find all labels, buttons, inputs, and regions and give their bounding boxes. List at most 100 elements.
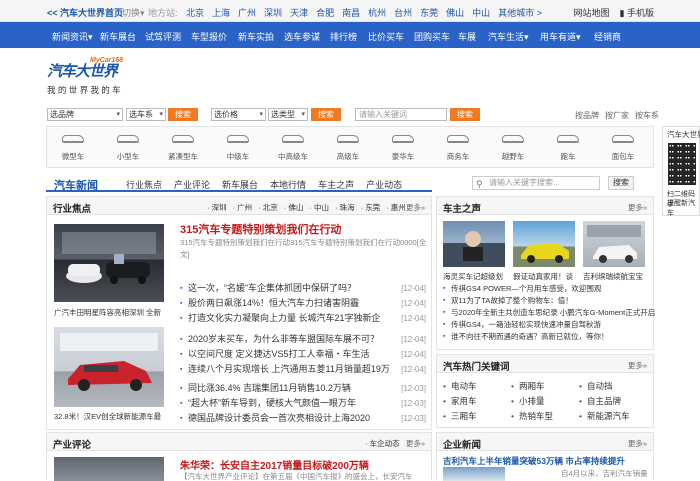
review-photo[interactable]	[54, 457, 164, 481]
nav-item-group-buy[interactable]: 团购买车	[414, 30, 458, 43]
car-type-sports[interactable]: 跑车	[548, 135, 588, 162]
enterprise-summary[interactable]: 自4月以来，吉利汽车销量持续	[561, 468, 651, 480]
keyword-input[interactable]: 请输入关键词	[355, 108, 447, 121]
car-type-small[interactable]: 小型车	[108, 135, 148, 162]
keyword-link[interactable]: 自主品牌	[579, 394, 630, 409]
city-link[interactable]: 台州	[394, 6, 412, 19]
city-link[interactable]: 天津	[290, 6, 308, 19]
car-type-mid-high[interactable]: 中高级车	[273, 135, 313, 162]
tab-new-cars[interactable]: 新车展台	[222, 178, 258, 191]
city-filter[interactable]: · 广州	[233, 202, 253, 213]
keyword-link[interactable]: 家用车	[443, 394, 477, 409]
list-item[interactable]: 双11为了TA故掉了整个购物车：值！	[443, 295, 649, 307]
city-filter[interactable]: · 北京	[258, 202, 278, 213]
owner-photo-1-caption[interactable]: 海灵买车记超级划	[443, 271, 505, 282]
nav-item-life[interactable]: 汽车生活▾	[488, 30, 540, 43]
more-link[interactable]: 更多»	[628, 438, 647, 449]
news-photo-2[interactable]	[54, 327, 164, 407]
list-item[interactable]: 以空间尺度 定义捷达VS5打工人幸福・车生活 [12-04]	[180, 347, 426, 362]
car-type-compact[interactable]: 紧凑型车	[163, 135, 203, 162]
review-headline[interactable]: 朱华荣：长安自主2017销量目标破200万辆	[180, 457, 369, 472]
city-filter[interactable]: · 东莞	[361, 202, 381, 213]
news-photo-1-caption[interactable]: 广汽丰田明星阵容亮相深圳 全新	[54, 307, 166, 318]
tab-owner-voice[interactable]: 车主之声	[318, 178, 354, 191]
series-select[interactable]: 选车系	[126, 108, 166, 121]
nav-item-auto-show[interactable]: 车展	[458, 30, 488, 43]
city-link[interactable]: 杭州	[368, 6, 386, 19]
news-photo-1[interactable]	[54, 224, 164, 302]
nav-item-dealers[interactable]: 经销商	[594, 30, 630, 43]
city-link[interactable]: 东莞	[420, 6, 438, 19]
keyword-link[interactable]: 电动车	[443, 379, 477, 394]
car-search-button[interactable]: 搜索	[168, 108, 198, 121]
nav-item-rankings[interactable]: 排行榜	[330, 30, 368, 43]
city-filter[interactable]: · 中山	[309, 202, 329, 213]
review-sub-link[interactable]: · 车企动态	[365, 438, 400, 449]
site-logo[interactable]: 汽车大世界 MyCar168	[47, 57, 123, 82]
keyword-link[interactable]: 新能源汽车	[579, 409, 630, 424]
city-filter[interactable]: · 珠海	[335, 202, 355, 213]
by-brand-link[interactable]: 按品牌	[575, 110, 599, 121]
enterprise-headline[interactable]: 吉利汽车上半年销量突破53万辆 市占率持续提升	[443, 455, 625, 467]
more-link[interactable]: 更多»	[628, 202, 647, 213]
by-series-link[interactable]: 按车系	[635, 110, 659, 121]
city-link-other[interactable]: 其他城市 >	[498, 6, 542, 19]
nav-item-photos[interactable]: 新车实拍	[238, 30, 284, 43]
nav-item-compare[interactable]: 比价买车	[368, 30, 414, 43]
more-link[interactable]: 更多»	[406, 438, 425, 449]
car-type-high[interactable]: 高级车	[328, 135, 368, 162]
city-link[interactable]: 合肥	[316, 6, 334, 19]
car-type-mid[interactable]: 中级车	[218, 135, 258, 162]
news-search-input[interactable]: ⚲ 请输入关键字搜索...	[472, 176, 600, 190]
list-item[interactable]: 德国品牌设计委员会一首次亮相设计上海2020 [12-03]	[180, 411, 426, 426]
city-link[interactable]: 南昌	[342, 6, 360, 19]
city-link[interactable]: 广州	[238, 6, 256, 19]
city-link[interactable]: 佛山	[446, 6, 464, 19]
price-select[interactable]: 选价格	[211, 108, 266, 121]
top-headline[interactable]: 315汽车专题特别策划我们在行动	[180, 221, 341, 237]
keyword-search-button[interactable]: 搜索	[450, 108, 480, 121]
city-link[interactable]: 深圳	[264, 6, 282, 19]
sitemap-link[interactable]: 网站地图	[574, 6, 610, 19]
keyword-link[interactable]: 小排量	[511, 394, 553, 409]
tab-industry-review[interactable]: 产业评论	[174, 178, 210, 191]
type-select[interactable]: 选类型	[268, 108, 308, 121]
nav-item-prices[interactable]: 车型报价	[191, 30, 238, 43]
city-filter[interactable]: · 惠州	[386, 202, 406, 213]
list-item[interactable]: 传祺GS4 POWER—个月用车感受，欢迎围观	[443, 283, 649, 295]
car-type-van[interactable]: 面包车	[603, 135, 643, 162]
headline-summary[interactable]: 315汽车专题特别策划我们在行动315汽车专题特别策划我们在行动0000[全文]	[180, 237, 428, 263]
nav-item-advisor[interactable]: 选车参谋	[284, 30, 330, 43]
by-maker-link[interactable]: 按厂家	[605, 110, 629, 121]
keyword-link[interactable]: 自动挡	[579, 379, 630, 394]
owner-photo-1[interactable]	[443, 221, 505, 267]
news-search-button[interactable]: 搜索	[608, 176, 634, 190]
city-link[interactable]: 中山	[472, 6, 490, 19]
owner-photo-2[interactable]	[513, 221, 575, 267]
brand-select[interactable]: 选品牌	[47, 108, 123, 121]
more-link[interactable]: 更多»	[628, 360, 647, 371]
keyword-link[interactable]: 热销车型	[511, 409, 553, 424]
car-type-micro[interactable]: 微型车	[53, 135, 93, 162]
list-item[interactable]: 打造文化实力凝聚向上力量 长城汽车21字独新企 [12-04]	[180, 311, 426, 326]
home-link[interactable]: << 汽车大世界首页	[47, 6, 123, 19]
enterprise-photo[interactable]	[443, 467, 505, 481]
city-filter[interactable]: · 佛山	[284, 202, 304, 213]
keyword-link[interactable]: 两厢车	[511, 379, 553, 394]
tab-local-market[interactable]: 本地行情	[270, 178, 306, 191]
list-item[interactable]: 谁不向往不期而遇的奇遇？高新已就位，等你！	[443, 331, 649, 343]
list-item[interactable]: 传祺GS4，一箱油轻松实现快速冲量自驾秋游	[443, 319, 649, 331]
nav-item-tips[interactable]: 用车有道▾	[540, 30, 594, 43]
car-type-luxury[interactable]: 豪华车	[383, 135, 423, 162]
owner-photo-2-caption[interactable]: 假证动真家用！谈	[513, 271, 575, 282]
list-item[interactable]: 同比涨36.4% 吉瑞集团11月销售10.2万辆 [12-03]	[180, 381, 426, 396]
keyword-link[interactable]: 三厢车	[443, 409, 477, 424]
nav-item-news[interactable]: 新闻资讯▾	[52, 30, 100, 43]
nav-item-new-cars[interactable]: 新车展台	[100, 30, 145, 43]
news-nav-title[interactable]: 汽车新闻	[54, 177, 98, 193]
owner-photo-3[interactable]	[583, 221, 645, 267]
news-photo-2-caption[interactable]: 32.8米！汉EV创全球新能源车最	[54, 411, 166, 422]
list-item[interactable]: “超大杯”新车导到，硬核大气颜值一眼万年 [12-03]	[180, 396, 426, 411]
switch-city-button[interactable]: 切换▾	[122, 6, 145, 19]
city-link[interactable]: 上海	[212, 6, 230, 19]
